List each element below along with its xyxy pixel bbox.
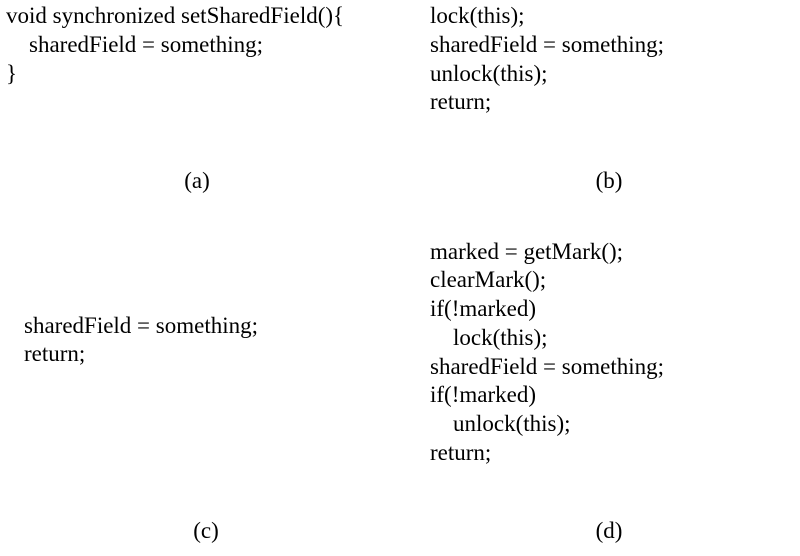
panel-d: marked = getMark(); clearMark(); if(!mar… <box>400 222 800 556</box>
code-block-a: void synchronized setSharedField(){ shar… <box>6 2 388 88</box>
panel-b: lock(this); sharedField = something; unl… <box>400 0 800 222</box>
figure-grid: void synchronized setSharedField(){ shar… <box>0 0 800 556</box>
code-block-c: sharedField = something; return; <box>24 312 388 370</box>
panel-label-b: (b) <box>430 168 788 222</box>
panel-a: void synchronized setSharedField(){ shar… <box>0 0 400 222</box>
panel-label-c: (c) <box>24 518 388 556</box>
panel-c: sharedField = something; return; (c) <box>0 222 400 556</box>
panel-label-d: (d) <box>430 518 788 556</box>
code-block-d: marked = getMark(); clearMark(); if(!mar… <box>430 238 788 468</box>
code-block-b: lock(this); sharedField = something; unl… <box>430 2 788 117</box>
panel-label-a: (a) <box>6 168 388 222</box>
